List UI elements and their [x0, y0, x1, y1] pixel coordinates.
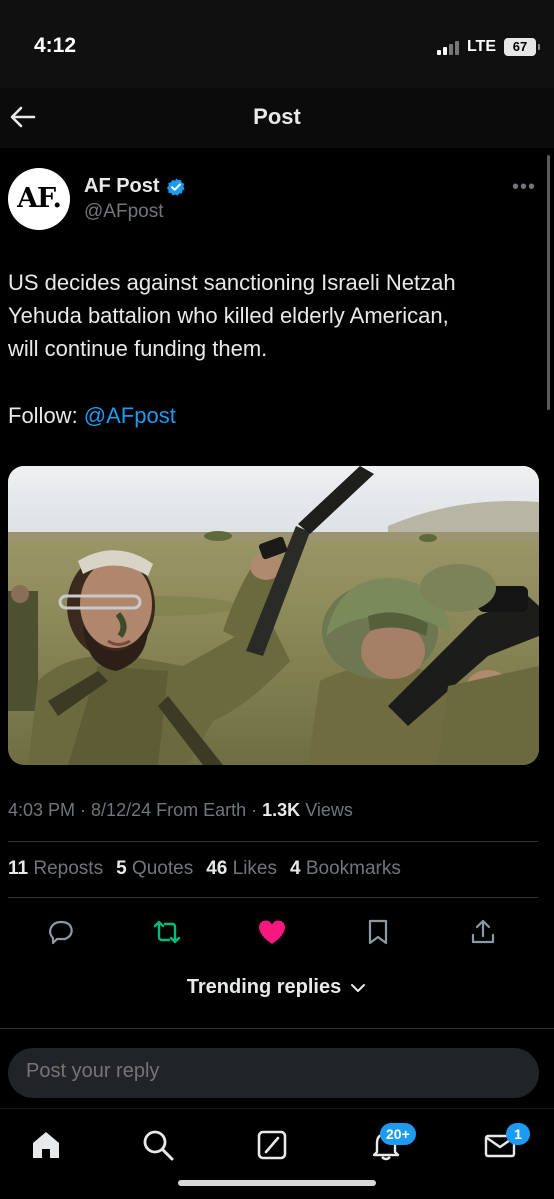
reposts-count[interactable]: 11 Reposts	[8, 858, 103, 880]
chevron-down-icon	[351, 983, 366, 992]
post-meta: 4:03 PM · 8/12/24 From Earth · 1.3K View…	[8, 800, 353, 820]
status-bar: 4:12 LTE 67	[0, 0, 554, 88]
likes-count[interactable]: 46 Likes	[206, 858, 277, 880]
divider	[0, 1028, 554, 1029]
author-handle[interactable]: @AFpost	[84, 201, 163, 223]
heart-icon	[259, 920, 285, 944]
bookmark-button[interactable]	[358, 912, 398, 952]
like-button[interactable]	[252, 912, 292, 952]
signal-icon	[436, 39, 459, 55]
author-name[interactable]: AF Post	[84, 175, 160, 198]
bookmarks-count[interactable]: 4 Bookmarks	[290, 858, 401, 880]
search-icon	[143, 1130, 174, 1161]
mention-link[interactable]: @AFpost	[84, 403, 176, 428]
trending-label: Trending replies	[186, 976, 342, 998]
tab-grok[interactable]	[254, 1127, 290, 1163]
network-type: LTE	[466, 38, 496, 55]
post-date: 8/12/24	[91, 800, 152, 820]
page-title: Post	[253, 104, 301, 129]
grok-icon	[257, 1130, 287, 1160]
status-time: 4:12	[34, 34, 77, 57]
more-options-icon[interactable]: •••	[512, 176, 536, 199]
divider	[8, 841, 538, 842]
quotes-count[interactable]: 5 Quotes	[116, 858, 193, 880]
tweet-line: Yehuda battalion who killed elderly Amer…	[8, 303, 449, 328]
views-count: 1.3K	[262, 800, 301, 820]
tweet-text: US decides against sanctioning Israeli N…	[8, 266, 538, 365]
scrollbar[interactable]	[547, 155, 550, 410]
post-source: From Earth	[156, 800, 247, 820]
action-bar	[0, 912, 554, 952]
home-icon	[33, 1132, 59, 1158]
share-button[interactable]	[463, 912, 503, 952]
engagement-counts: 11 Reposts 5 Quotes 46 Likes 4 Bookmarks	[8, 858, 401, 880]
tweet-photo[interactable]	[8, 466, 539, 765]
post-time: 4:03 PM	[8, 800, 76, 820]
verified-badge-icon	[166, 178, 185, 196]
divider	[8, 897, 538, 898]
views-label: Views	[305, 800, 353, 820]
reply-composer[interactable]	[8, 1048, 539, 1098]
reply-icon	[48, 920, 73, 945]
notifications-badge: 20+	[380, 1123, 416, 1145]
repost-button[interactable]	[147, 912, 187, 952]
share-icon	[471, 919, 495, 944]
trending-replies-toggle[interactable]: Trending replies	[0, 976, 554, 999]
tab-search[interactable]	[140, 1127, 176, 1163]
bookmark-icon	[368, 919, 388, 945]
status-indicators: LTE 67	[436, 38, 540, 56]
follow-line: Follow: @AFpost	[8, 399, 176, 432]
tab-home[interactable]	[28, 1127, 64, 1163]
follow-label: Follow:	[8, 403, 84, 428]
top-header: Post	[0, 88, 554, 148]
battery-icon: 67	[504, 38, 540, 56]
tweet-line: will continue funding them.	[8, 336, 268, 361]
repost-icon	[153, 920, 181, 944]
messages-badge: 1	[506, 1123, 530, 1145]
reply-input[interactable]	[26, 1060, 506, 1083]
soldiers-photo	[8, 466, 539, 765]
home-indicator[interactable]	[178, 1180, 376, 1186]
tweet-line: US decides against sanctioning Israeli N…	[8, 270, 456, 295]
reply-button[interactable]	[41, 912, 81, 952]
avatar[interactable]: AF.	[8, 168, 70, 230]
